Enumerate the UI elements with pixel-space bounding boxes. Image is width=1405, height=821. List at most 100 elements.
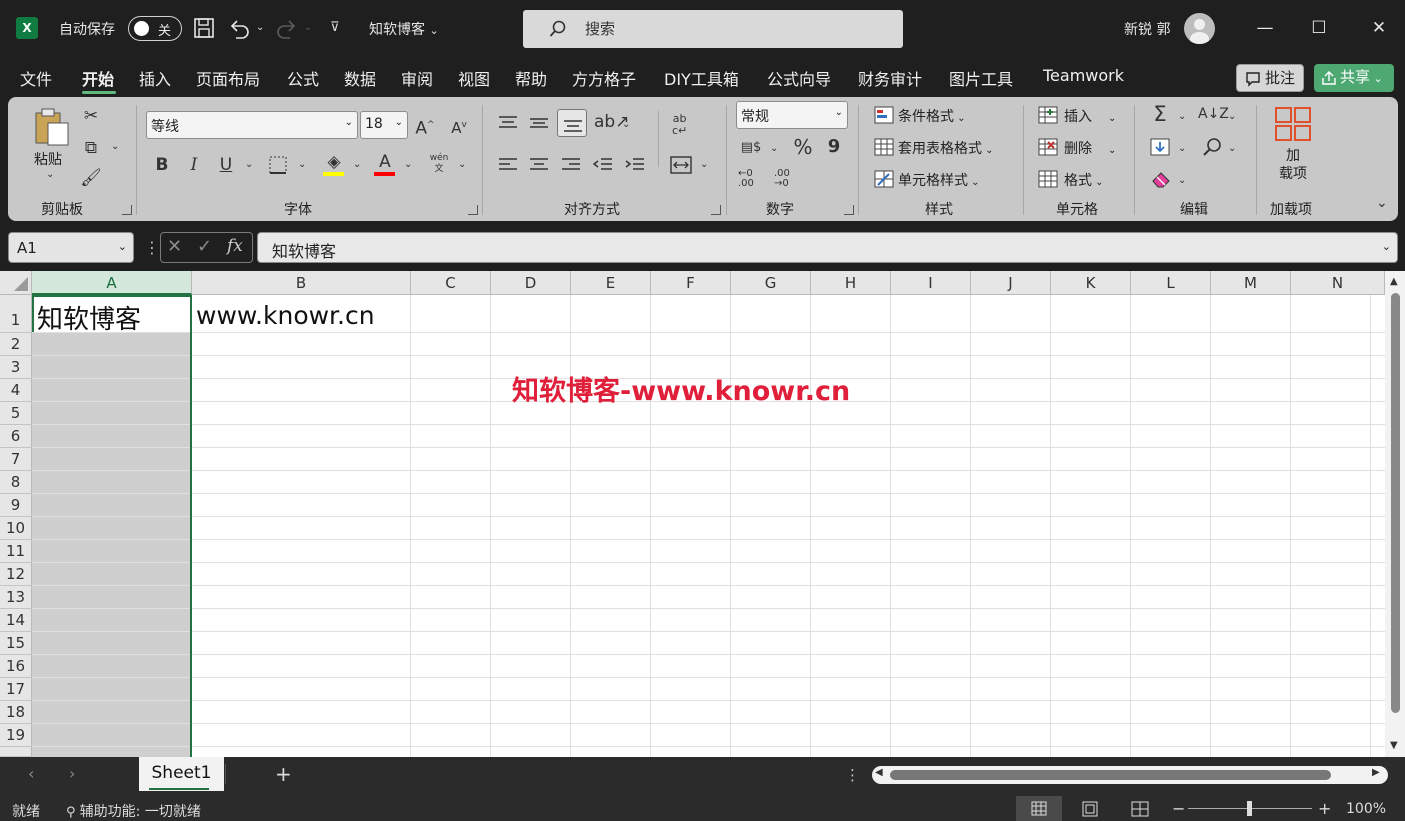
column-header-e[interactable]: E	[571, 271, 651, 295]
font-color-icon[interactable]: A	[374, 151, 396, 173]
align-right-icon[interactable]	[561, 157, 581, 173]
next-sheet-icon[interactable]: ›	[69, 764, 75, 783]
column-header-k[interactable]: K	[1051, 271, 1131, 295]
insert-cells-icon[interactable]	[1038, 106, 1058, 124]
scroll-left-icon[interactable]: ◀	[875, 767, 883, 778]
fill-color-icon[interactable]: ◈	[322, 151, 346, 173]
tab-view[interactable]: 视图	[458, 66, 490, 90]
tab-diy-toolbox[interactable]: DIY工具箱	[664, 66, 739, 90]
borders-dropdown-icon[interactable]: ⌄	[298, 159, 306, 170]
row-header-7[interactable]: 7	[0, 448, 32, 471]
column-header-g[interactable]: G	[731, 271, 811, 295]
copy-icon[interactable]: ⧉	[80, 137, 102, 159]
confirm-entry-icon[interactable]: ✓	[197, 236, 212, 257]
minimize-icon[interactable]: —	[1253, 16, 1277, 40]
font-launcher-icon[interactable]	[468, 205, 478, 215]
column-header-j[interactable]: J	[971, 271, 1051, 295]
autosum-icon[interactable]: Σ	[1148, 103, 1172, 125]
document-title[interactable]: 知软博客 ⌄	[369, 19, 439, 39]
normal-view-button[interactable]	[1016, 796, 1062, 821]
font-size-select[interactable]: 18 ⌄	[360, 111, 408, 139]
cell-styles-icon[interactable]	[874, 170, 894, 188]
decrease-indent-icon[interactable]	[593, 157, 613, 173]
accounting-format-icon[interactable]: ▤$	[738, 137, 764, 159]
borders-icon[interactable]	[268, 155, 288, 175]
tab-insert[interactable]: 插入	[139, 66, 171, 90]
undo-icon[interactable]	[228, 17, 250, 39]
search-box[interactable]: 搜索	[523, 10, 903, 48]
row-header-4[interactable]: 4	[0, 379, 32, 402]
row-header-15[interactable]: 15	[0, 632, 32, 655]
merge-center-icon[interactable]	[670, 155, 692, 175]
bold-button[interactable]: B	[152, 154, 172, 176]
select-all-button[interactable]	[0, 271, 32, 295]
alignment-launcher-icon[interactable]	[711, 205, 721, 215]
clipboard-launcher-icon[interactable]	[122, 205, 132, 215]
insert-function-icon[interactable]: fx	[227, 236, 243, 256]
align-top-icon[interactable]	[498, 115, 518, 131]
tab-teamwork[interactable]: Teamwork	[1043, 66, 1124, 85]
decrease-decimal-icon[interactable]: .00 →0	[774, 169, 800, 189]
tab-split-handle-icon[interactable]: ⋮	[845, 766, 860, 784]
add-sheet-button[interactable]: +	[275, 762, 292, 786]
close-icon[interactable]: ✕	[1367, 16, 1391, 40]
delete-cells-button[interactable]: 删除 ⌄	[1064, 138, 1116, 158]
font-color-dropdown-icon[interactable]: ⌄	[404, 159, 412, 170]
conditional-formatting-icon[interactable]	[874, 106, 894, 124]
increase-decimal-icon[interactable]: ←0.00	[738, 169, 764, 189]
find-select-icon[interactable]	[1202, 137, 1222, 157]
row-header-2[interactable]: 2	[0, 333, 32, 356]
align-middle-icon[interactable]	[529, 115, 549, 131]
format-as-table-icon[interactable]	[874, 138, 894, 156]
wrap-text-icon[interactable]: ab c↵	[672, 113, 687, 137]
number-launcher-icon[interactable]	[844, 205, 854, 215]
percent-button[interactable]: %	[790, 136, 816, 158]
tab-finance-audit[interactable]: 财务审计	[858, 66, 922, 90]
format-cells-button[interactable]: 格式 ⌄	[1064, 170, 1104, 190]
formula-input[interactable]: 知软博客 ⌄	[257, 232, 1398, 263]
align-center-icon[interactable]	[529, 157, 549, 173]
column-header-a[interactable]: A	[32, 271, 192, 295]
accounting-dropdown-icon[interactable]: ⌄	[770, 143, 778, 154]
find-select-dropdown-icon[interactable]: ⌄	[1228, 143, 1236, 154]
delete-cells-icon[interactable]	[1038, 138, 1058, 156]
tab-data[interactable]: 数据	[344, 66, 376, 90]
scroll-down-icon[interactable]: ▼	[1390, 740, 1398, 751]
phonetic-dropdown-icon[interactable]: ⌄	[458, 159, 466, 170]
underline-button[interactable]: U	[216, 154, 236, 176]
share-button[interactable]: 共享 ⌄	[1314, 64, 1394, 92]
row-header-10[interactable]: 10	[0, 517, 32, 540]
row-header-14[interactable]: 14	[0, 609, 32, 632]
tab-home[interactable]: 开始	[82, 66, 114, 90]
fill-icon[interactable]	[1150, 138, 1170, 156]
row-header-5[interactable]: 5	[0, 402, 32, 425]
row-header-9[interactable]: 9	[0, 494, 32, 517]
horizontal-scroll-thumb[interactable]	[890, 770, 1331, 780]
underline-dropdown-icon[interactable]: ⌄	[245, 159, 253, 170]
tab-formula-wizard[interactable]: 公式向导	[767, 66, 831, 90]
row-header-18[interactable]: 18	[0, 701, 32, 724]
tab-picture-tools[interactable]: 图片工具	[949, 66, 1013, 90]
tab-formulas[interactable]: 公式	[287, 66, 319, 90]
autosum-dropdown-icon[interactable]: ⌄	[1178, 111, 1186, 122]
italic-button[interactable]: I	[184, 154, 204, 176]
row-header-3[interactable]: 3	[0, 356, 32, 379]
column-header-n[interactable]: N	[1291, 271, 1385, 295]
cancel-entry-icon[interactable]: ✕	[167, 236, 182, 257]
row-header-1[interactable]: 1	[0, 295, 32, 333]
tab-fangfangezi[interactable]: 方方格子	[572, 66, 636, 90]
autosave-toggle[interactable]: 关	[128, 16, 182, 41]
name-box[interactable]: A1 ⌄	[8, 232, 134, 263]
scroll-up-icon[interactable]: ▲	[1390, 276, 1398, 287]
increase-indent-icon[interactable]	[625, 157, 645, 173]
customize-qat-icon[interactable]: ⊽	[330, 20, 340, 35]
number-format-select[interactable]: 常规 ⌄	[736, 101, 848, 129]
paste-dropdown-icon[interactable]: ⌄	[46, 169, 54, 180]
tab-help[interactable]: 帮助	[515, 66, 547, 90]
row-header-11[interactable]: 11	[0, 540, 32, 563]
accessibility-status[interactable]: ⚲ 辅助功能: 一切就绪	[66, 801, 201, 821]
cut-icon[interactable]: ✂	[80, 105, 102, 127]
cell-styles-button[interactable]: 单元格样式 ⌄	[898, 170, 980, 190]
tab-page-layout[interactable]: 页面布局	[196, 66, 260, 90]
orientation-dropdown-icon[interactable]: ⌄	[622, 119, 630, 130]
